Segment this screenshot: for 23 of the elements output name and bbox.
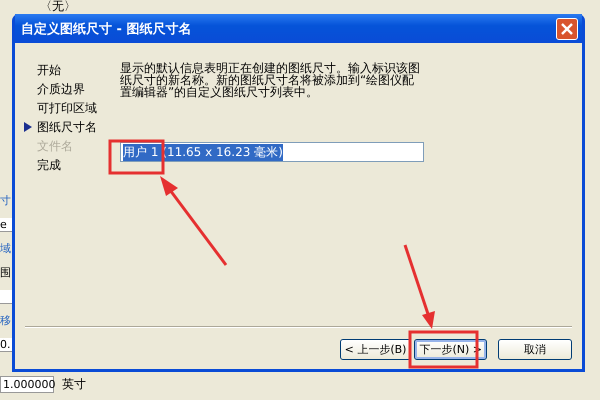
background-field [0, 290, 12, 304]
close-button[interactable] [556, 18, 578, 40]
background-label: 域 [0, 242, 12, 257]
unit-label: 英寸 [62, 376, 86, 393]
wizard-step: 图纸尺寸名 [37, 118, 97, 136]
background-field: 0. [0, 338, 12, 352]
window-title: 自定义图纸尺寸 - 图纸尺寸名 [21, 20, 192, 38]
background-label: 〈无〉 [40, 0, 76, 15]
wizard-step: 开始 [37, 62, 61, 78]
close-icon [561, 22, 573, 34]
background-label: 围 [0, 266, 12, 281]
background-field: 1.000000 [0, 376, 54, 393]
description-text: 显示的默认信息表明正在创建的图纸尺寸。输入标识该图纸尺寸的新名称。新的图纸尺寸名将被添加到“绘图仪配置编辑器”的自定义图纸尺寸列表中。 [120, 62, 420, 98]
wizard-button[interactable]: 取消 [498, 339, 572, 360]
annotation-box [108, 140, 164, 174]
wizard-step: 文件名 [37, 138, 73, 154]
wizard-step: 可打印区域 [37, 100, 97, 116]
wizard-step: 介质边界 [37, 80, 85, 98]
background-label: 寸 [0, 194, 12, 209]
background-label: 移 [0, 314, 12, 329]
wizard-step: 完成 [37, 156, 61, 174]
wizard-button[interactable]: < 上一步(B) [340, 339, 412, 360]
background-field: e [0, 218, 12, 232]
